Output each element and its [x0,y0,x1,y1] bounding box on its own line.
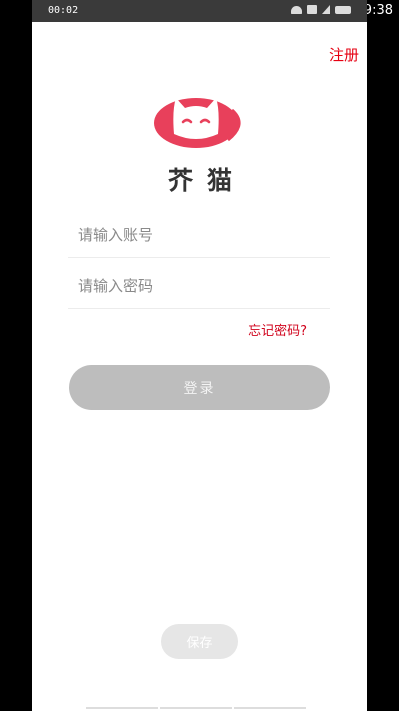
hd-icon [307,5,317,14]
signal-icon [322,5,330,14]
save-button[interactable]: 保存 [161,624,238,659]
bottom-divider [86,707,306,709]
app-screen: 00:02 注册 芥猫 忘记密码? 登录 保存 [32,0,367,711]
cat-face-icon [154,98,241,148]
divider-segment [234,707,306,709]
inner-status-time: 00:02 [48,5,79,16]
account-field [68,213,330,258]
password-input[interactable] [68,264,330,308]
wifi-icon [291,5,302,14]
inner-status-icons [291,5,351,14]
divider-segment [86,707,158,709]
battery-icon [335,5,351,14]
status-time: 9:38 [363,3,393,18]
password-field [68,264,330,309]
account-input[interactable] [68,213,330,257]
inner-status-bar: 00:02 [32,0,367,22]
register-link[interactable]: 注册 [329,44,359,65]
divider-segment [160,707,232,709]
brand-name: 芥猫 [167,166,246,195]
login-button[interactable]: 登录 [69,365,330,410]
forgot-password-link[interactable]: 忘记密码? [248,320,307,339]
